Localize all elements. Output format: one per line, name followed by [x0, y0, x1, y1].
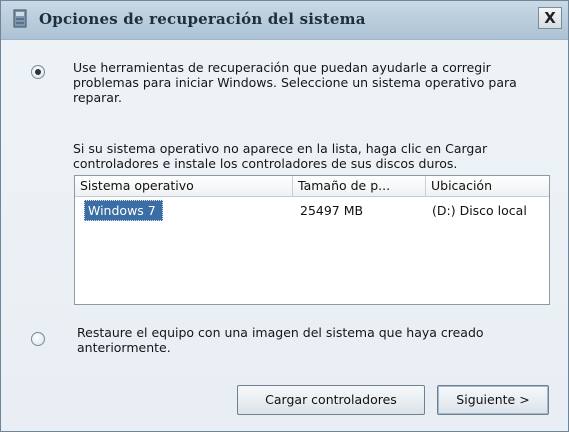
- os-location-cell: (D:) Disco local: [432, 203, 527, 218]
- list-item[interactable]: Windows 7 25497 MB (D:) Disco local: [75, 200, 549, 222]
- title-bar[interactable]: Opciones de recuperación del sistema X: [1, 1, 568, 40]
- column-header-location[interactable]: Ubicación: [426, 176, 549, 196]
- os-size-cell: 25497 MB: [300, 203, 364, 218]
- window-title: Opciones de recuperación del sistema: [39, 10, 366, 28]
- close-button[interactable]: X: [538, 7, 562, 29]
- radio-use-recovery-tools[interactable]: [31, 65, 45, 79]
- load-drivers-button[interactable]: Cargar controladores: [237, 385, 425, 415]
- recovery-options-window: Opciones de recuperación del sistema X U…: [0, 0, 569, 432]
- list-header: Sistema operativo Tamaño de p... Ubicaci…: [75, 176, 549, 197]
- load-drivers-hint: Si su sistema operativo no aparece en la…: [73, 141, 488, 171]
- next-button[interactable]: Siguiente >: [437, 385, 549, 415]
- close-icon: X: [544, 8, 556, 27]
- use-recovery-tools-text: Use herramientas de recuperación que pue…: [73, 60, 517, 105]
- radio-restore-system-image[interactable]: [31, 332, 45, 346]
- operating-system-list[interactable]: Sistema operativo Tamaño de p... Ubicaci…: [74, 175, 550, 305]
- column-header-size[interactable]: Tamaño de p...: [293, 176, 426, 196]
- os-name-cell[interactable]: Windows 7: [84, 200, 163, 221]
- column-header-os[interactable]: Sistema operativo: [75, 176, 293, 196]
- system-recovery-icon: [12, 9, 30, 29]
- restore-system-image-text: Restaure el equipo con una imagen del si…: [77, 325, 484, 355]
